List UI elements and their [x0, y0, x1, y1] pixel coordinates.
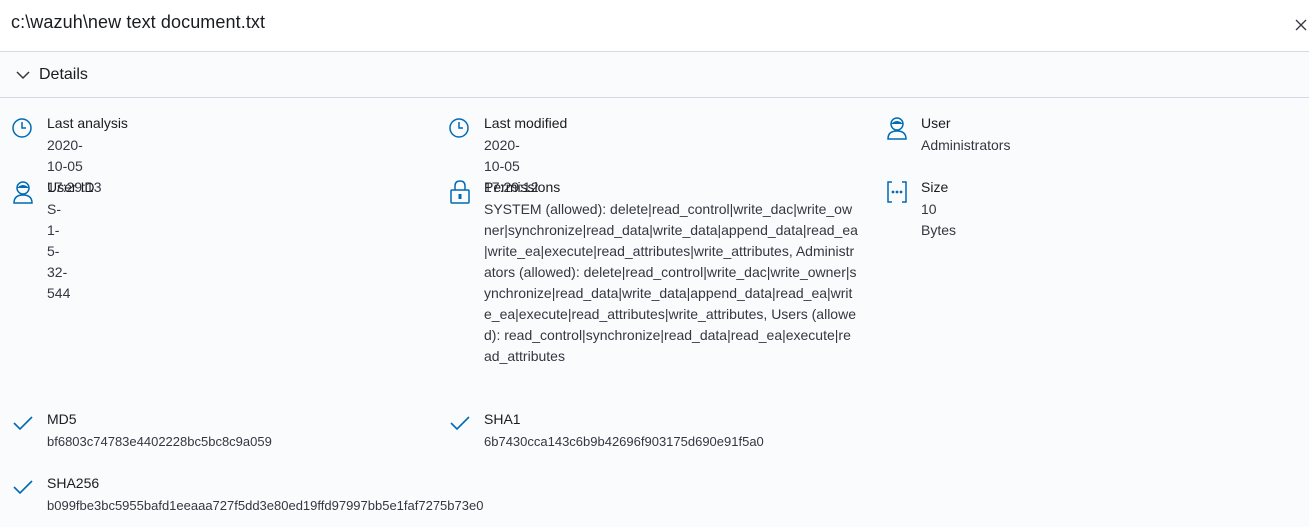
user-icon: [12, 179, 34, 205]
close-icon[interactable]: [1293, 17, 1309, 33]
last-analysis-label: Last analysis: [47, 115, 128, 131]
permissions-label: Permissions: [484, 179, 561, 195]
user-value: Administrators: [921, 137, 1011, 153]
details-accordion-toggle[interactable]: Details: [0, 52, 1309, 98]
user-id-label: User ID: [47, 179, 95, 195]
details-panel: Last analysis 2020-10-05 17:29:13 Last m…: [0, 98, 1309, 527]
md5-label: MD5: [47, 411, 77, 427]
clock-icon: [449, 115, 471, 141]
check-icon: [12, 411, 34, 437]
size-icon: [886, 179, 908, 205]
sha1-label: SHA1: [484, 411, 521, 427]
chevron-down-icon[interactable]: [15, 67, 31, 83]
flyout-header: c:\wazuh\new text document.txt: [0, 0, 1309, 52]
md5-value: bf6803c74783e4402228bc5bc8c9a059: [47, 434, 272, 449]
size-value: 10 Bytes: [921, 201, 957, 238]
details-accordion-label[interactable]: Details: [39, 66, 88, 84]
user-id-value: S-1-5-32-544: [47, 201, 71, 301]
sha256-value: b099fbe3bc5955bafd1eeaaa727f5dd3e80ed19f…: [47, 498, 484, 513]
size-label: Size: [921, 179, 949, 195]
permissions-value: SYSTEM (allowed): delete|read_control|wr…: [484, 201, 858, 364]
clock-icon: [12, 115, 34, 141]
user-label: User: [921, 115, 951, 131]
flyout-title: c:\wazuh\new text document.txt: [11, 12, 266, 32]
sha256-label: SHA256: [47, 475, 100, 491]
sha1-value: 6b7430cca143c6b9b42696f903175d690e91f5a0: [484, 434, 764, 449]
user-icon: [886, 115, 908, 141]
check-icon: [449, 411, 471, 437]
check-icon: [12, 475, 34, 501]
lock-icon: [449, 179, 471, 205]
last-modified-label: Last modified: [484, 115, 568, 131]
